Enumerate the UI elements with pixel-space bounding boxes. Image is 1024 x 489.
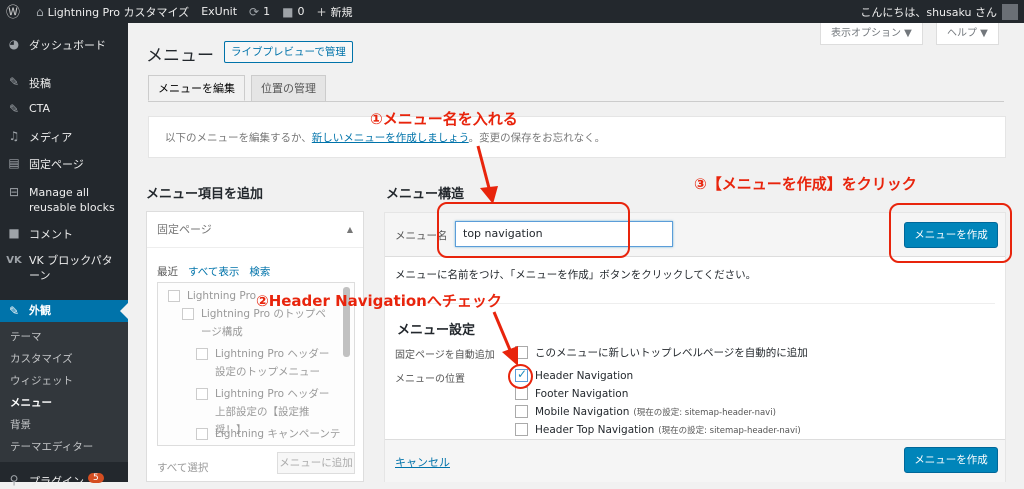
comment-icon: ■ (8, 226, 20, 240)
sidebar-item-reusable-blocks[interactable]: ⊟ Manage all reusable blocks (0, 185, 128, 215)
subtab-view-all[interactable]: すべて表示 (188, 264, 239, 279)
sidebar-item-media[interactable]: ♫ メディア (0, 129, 128, 145)
sidebar-item-posts[interactable]: ✎ 投稿 (0, 75, 128, 91)
list-item[interactable]: Lightning Pro (168, 287, 256, 305)
annotation-ring-create-button (889, 203, 1012, 263)
home-icon: ⌂ (36, 4, 44, 19)
annotation-step3: ③【メニューを作成】をクリック (694, 175, 917, 193)
exunit-link[interactable]: ExUnit (195, 0, 243, 23)
page-checkbox[interactable] (196, 348, 208, 360)
page-checkbox[interactable] (196, 428, 208, 440)
page-icon: ▤ (8, 156, 20, 170)
location-mobile-navigation[interactable]: Mobile Navigation (現在の設定: sitemap-header-… (515, 405, 776, 418)
tab-edit-menus[interactable]: メニューを編集 (148, 75, 245, 101)
header-top-navigation-checkbox[interactable] (515, 423, 528, 436)
updates-link[interactable]: ⟳ 1 (243, 0, 276, 23)
manage-menus-notice: 以下のメニューを編集するか、新しいメニューを作成しましょう。変更の保存をお忘れな… (148, 116, 1006, 158)
pin-icon: ✎ (8, 75, 20, 89)
mobile-navigation-checkbox[interactable] (515, 405, 528, 418)
help-button[interactable]: ヘルプ ▼ (936, 23, 999, 45)
page-checkbox[interactable] (168, 290, 180, 302)
screen-options-button[interactable]: 表示オプション ▼ (820, 23, 923, 45)
location-footer-navigation[interactable]: Footer Navigation (515, 387, 628, 400)
select-all-checkbox[interactable]: すべて選択 (157, 460, 208, 475)
menu-settings-heading: メニュー設定 (397, 323, 476, 338)
user-account-link[interactable]: こんにちは、shusaku さん (854, 0, 1024, 23)
blocks-icon: ⊟ (8, 185, 20, 199)
comment-icon: ■ (282, 4, 294, 19)
media-icon: ♫ (8, 129, 20, 143)
cancel-link[interactable]: キャンセル (395, 454, 450, 470)
annotation-step2: ②Header Navigationへチェック (256, 292, 502, 310)
subtab-search[interactable]: 検索 (249, 264, 270, 279)
accordion-header-pages[interactable]: 固定ページ ▲ (147, 212, 363, 248)
tab-manage-locations[interactable]: 位置の管理 (251, 75, 326, 101)
annotation-step1: ①メニュー名を入れる (370, 110, 518, 128)
plugin-icon: ⚲ (9, 473, 19, 487)
comments-link[interactable]: ■ 0 (276, 0, 310, 23)
vk-icon: VK (6, 255, 22, 266)
create-menu-button-bottom[interactable]: メニューを作成 (904, 447, 998, 473)
plus-icon: + (316, 4, 327, 19)
pages-subtabs: 最近 すべて表示 検索 (157, 264, 280, 279)
appearance-submenu: テーマ カスタマイズ ウィジェット メニュー 背景 テーマエディター (0, 322, 128, 462)
new-content-link[interactable]: + 新規 (310, 0, 358, 23)
current-menu-arrow (120, 303, 128, 319)
menu-footer-bar: キャンセル メニューを作成 (385, 439, 1005, 482)
menu-structure-heading: メニュー構造 (386, 187, 465, 202)
auto-add-pages-option[interactable]: このメニューに新しいトップレベルページを自動的に追加 (515, 345, 808, 360)
sidebar-item-pages[interactable]: ▤ 固定ページ (0, 156, 128, 172)
annotation-ring-header-checkbox (508, 364, 533, 389)
sidebar-item-appearance[interactable]: ✎ 外観 (0, 300, 128, 322)
wordpress-logo-icon[interactable]: Ⓦ (0, 0, 30, 23)
pages-accordion: 固定ページ ▲ 最近 すべて表示 検索 Lightning Pro Lightni… (146, 211, 364, 482)
submenu-item-customize[interactable]: カスタマイズ (0, 348, 128, 370)
add-to-menu-button[interactable]: メニューに追加 (277, 452, 355, 474)
page-title: メニュー (146, 46, 214, 66)
auto-add-label: 固定ページを自動追加 (395, 350, 495, 361)
admin-bar: Ⓦ ⌂ Lightning Pro カスタマイズ ExUnit ⟳ 1 ■ 0 + 新規… (0, 0, 1024, 23)
menu-tabs: メニューを編集 位置の管理 (148, 75, 332, 101)
sidebar-item-cta[interactable]: ✎ CTA (0, 102, 128, 116)
create-new-menu-link[interactable]: 新しいメニューを作成しましょう (312, 132, 469, 144)
create-menu-hint: メニューに名前をつけ、「メニューを作成」ボタンをクリックしてください。 (395, 269, 757, 281)
list-item[interactable]: Lightning キャンペーンテ (196, 425, 354, 443)
location-header-top-navigation[interactable]: Header Top Navigation (現在の設定: sitemap-hea… (515, 423, 801, 436)
tabs-divider (148, 101, 1004, 102)
page-checkbox[interactable] (196, 388, 208, 400)
sidebar-item-comments[interactable]: ■ コメント (0, 226, 128, 242)
site-name-link[interactable]: ⌂ Lightning Pro カスタマイズ (30, 0, 195, 23)
auto-add-checkbox[interactable] (515, 346, 528, 359)
admin-sidebar: ◕ ダッシュボード ✎ 投稿 ✎ CTA ♫ メディア ▤ 固定ページ ⊟ Manage a… (0, 23, 128, 488)
page-checkbox[interactable] (182, 308, 194, 320)
sidebar-item-dashboard[interactable]: ◕ ダッシュボード (0, 37, 128, 53)
refresh-icon: ⟳ (249, 4, 260, 19)
subtab-recent[interactable]: 最近 (157, 264, 178, 279)
submenu-item-background[interactable]: 背景 (0, 414, 128, 436)
avatar (1002, 3, 1018, 20)
add-menu-items-heading: メニュー項目を追加 (146, 187, 264, 202)
annotation-ring-name-input (437, 202, 630, 258)
list-item[interactable]: Lightning Pro ヘッダー設定のトップメニュー (196, 345, 332, 381)
collapse-arrow-icon: ▲ (346, 225, 353, 234)
dashboard-icon: ◕ (8, 37, 20, 51)
submenu-item-themes[interactable]: テーマ (0, 326, 128, 348)
sidebar-item-plugins[interactable]: ⚲ プラグイン 5 (0, 473, 128, 489)
live-preview-button[interactable]: ライブプレビューで管理 (224, 41, 353, 63)
submenu-item-theme-editor[interactable]: テーマエディター (0, 436, 128, 458)
submenu-item-menus[interactable]: メニュー (0, 392, 128, 414)
sidebar-item-vk-block-patterns[interactable]: VK VK ブロックパターン (0, 253, 128, 283)
menu-location-label: メニューの位置 (395, 374, 465, 385)
brush-icon: ✎ (8, 304, 20, 318)
pin-icon: ✎ (8, 102, 20, 116)
submenu-item-widgets[interactable]: ウィジェット (0, 370, 128, 392)
